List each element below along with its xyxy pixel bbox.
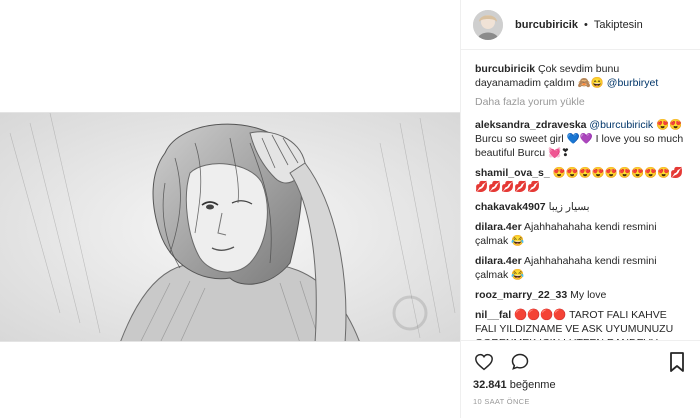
post-header: burcubiricik • Takiptesin [461, 0, 700, 50]
comment-username[interactable]: rooz_marry_22_33 [475, 289, 567, 301]
comment-item: rooz_marry_22_33 My love [475, 288, 686, 302]
avatar[interactable] [473, 9, 503, 40]
comment-username[interactable]: nil__fal [475, 309, 511, 321]
caption-mention[interactable]: @burbiryet [607, 77, 659, 89]
bookmark-icon[interactable] [666, 351, 688, 373]
header-separator: • [583, 18, 588, 31]
comment-username[interactable]: aleksandra_zdraveska [475, 119, 587, 131]
likes-number: 32.841 [473, 379, 507, 391]
post-media-area [0, 0, 460, 418]
post-image[interactable] [0, 112, 460, 342]
heart-icon[interactable] [473, 351, 495, 373]
comment-item: dilara.4er Ajahhahahaha kendi resmini ça… [475, 254, 686, 282]
header-username[interactable]: burcubiricik [515, 19, 578, 31]
comment-icon[interactable] [509, 351, 531, 373]
load-more-comments[interactable]: Daha fazla yorum yükle [475, 96, 686, 108]
post-side-panel: burcubiricik • Takiptesin burcubiricik Ç… [460, 0, 700, 418]
action-icons [473, 349, 688, 375]
post-actions: 32.841 beğenme 10 SAAT ÖNCE [461, 340, 700, 418]
comment-mention[interactable]: @burcubiricik [589, 119, 653, 131]
comment-username[interactable]: dilara.4er [475, 255, 522, 267]
comment-username[interactable]: shamil_ova_s_ [475, 167, 550, 179]
comment-username[interactable]: chakavak4907 [475, 201, 546, 213]
comment-item: nil__fal 🔴🔴🔴🔴 TAROT FALI KAHVE FALI YILD… [475, 308, 686, 340]
comment-text: My love [570, 289, 607, 301]
likes-count[interactable]: 32.841 beğenme [473, 379, 688, 391]
post-caption: burcubiricik Çok sevdim bunu dayanamadim… [475, 62, 686, 90]
comment-item: chakavak4907 بسیار زیبا [475, 200, 686, 214]
comment-username[interactable]: dilara.4er [475, 221, 522, 233]
comment-text: بسیار زیبا [548, 201, 590, 213]
comment-item: dilara.4er Ajahhahahaha kendi resmini ça… [475, 220, 686, 248]
post-timestamp: 10 SAAT ÖNCE [473, 397, 530, 406]
comments-list: burcubiricik Çok sevdim bunu dayanamadim… [461, 62, 700, 340]
caption-username[interactable]: burcubiricik [475, 63, 535, 75]
likes-label: beğenme [509, 379, 556, 391]
follow-status[interactable]: Takiptesin [594, 19, 643, 31]
comment-item: shamil_ova_s_ 😍😍😍😍😍😍😍😍😍💋💋💋💋💋💋 [475, 166, 686, 194]
comment-item: aleksandra_zdraveska @burcubiricik 😍😍 Bu… [475, 118, 686, 160]
